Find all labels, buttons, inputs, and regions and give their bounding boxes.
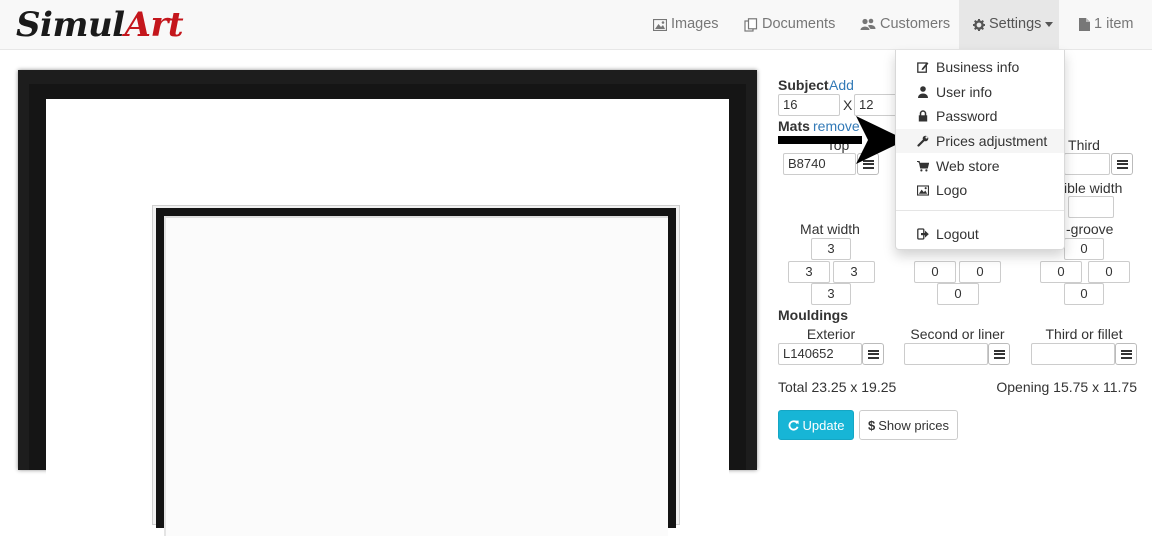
visible-width-label: ible width (1064, 180, 1123, 196)
nav-documents[interactable]: Documents (744, 0, 835, 49)
moulding-second-list-button[interactable] (988, 343, 1010, 365)
nav-customers[interactable]: Customers (860, 0, 950, 49)
nav-settings[interactable]: Settings (959, 0, 1059, 49)
lock-icon (917, 110, 929, 122)
mat-third-label: Third (1068, 137, 1100, 153)
list-icon (1120, 349, 1132, 359)
third-left-input[interactable]: 0 (1040, 261, 1082, 283)
annotation-arrow-icon (778, 116, 906, 164)
nav-settings-label: Settings (989, 16, 1042, 32)
moulding-third-label: Third or fillet (1045, 326, 1123, 342)
menu-divider (896, 210, 1064, 211)
list-icon (993, 349, 1005, 359)
edit-icon (917, 61, 929, 73)
subject-add-link[interactable]: Add (829, 77, 854, 93)
subject-label: Subject (778, 77, 829, 93)
mat-third-list-button[interactable] (1111, 153, 1133, 175)
documents-icon (744, 17, 758, 32)
third-bottom-input[interactable]: 0 (1064, 283, 1104, 305)
dollar-icon: $ (867, 417, 876, 433)
menu-item-logo-label: Logo (936, 182, 968, 198)
vgroove-label: -groove (1066, 221, 1114, 237)
update-button-label: Update (802, 417, 845, 433)
subject-height-input[interactable]: 12 (854, 94, 898, 116)
second-left-input[interactable]: 0 (914, 261, 956, 283)
users-icon (860, 18, 876, 31)
subject-x-separator: X (843, 97, 853, 113)
file-icon (1079, 18, 1090, 31)
picture-icon (653, 18, 667, 31)
mat-width-right-input[interactable]: 3 (833, 261, 875, 283)
settings-dropdown-menu: Business info User info Password Prices … (895, 50, 1065, 250)
visible-width-input[interactable] (1068, 196, 1114, 218)
mat-width-bottom-input[interactable]: 3 (811, 283, 851, 305)
wrench-icon (917, 135, 929, 147)
nav-images-label: Images (671, 16, 719, 32)
menu-item-logout[interactable]: Logout (896, 222, 1064, 246)
third-right-input[interactable]: 0 (1088, 261, 1130, 283)
mat-width-left-input[interactable]: 3 (788, 261, 830, 283)
picture-icon (917, 184, 929, 196)
logout-icon (917, 228, 929, 240)
menu-item-business-info[interactable]: Business info (896, 55, 1064, 79)
moulding-second-label: Second or liner (910, 326, 1005, 342)
menu-item-web-store-label: Web store (936, 158, 1000, 174)
mat-third-code-input[interactable] (1064, 153, 1110, 175)
mat-width-top-input[interactable]: 3 (811, 238, 851, 260)
shopping-cart-icon (917, 160, 929, 172)
nav-cart[interactable]: 1 item (1079, 0, 1134, 49)
menu-item-user-info-label: User info (936, 84, 993, 100)
menu-item-prices-adjustment[interactable]: Prices adjustment (896, 129, 1064, 153)
subject-width-input[interactable]: 16 (778, 94, 840, 116)
list-icon (867, 349, 879, 359)
frame-preview (18, 70, 757, 536)
second-bottom-input[interactable]: 0 (937, 283, 979, 305)
moulding-third-list-button[interactable] (1115, 343, 1137, 365)
menu-item-logout-label: Logout (936, 226, 979, 242)
third-top-input[interactable]: 0 (1064, 238, 1104, 260)
menu-item-web-store[interactable]: Web store (896, 154, 1064, 178)
moulding-third-input[interactable] (1031, 343, 1115, 365)
moulding-exterior-label: Exterior (806, 326, 856, 342)
brand-logo-part1: Simul (16, 5, 125, 45)
nav-documents-label: Documents (762, 16, 836, 32)
update-button[interactable]: Update (778, 410, 854, 440)
menu-item-user-info[interactable]: User info (896, 80, 1064, 104)
moulding-exterior-input[interactable]: L140652 (778, 343, 862, 365)
nav-cart-label: 1 item (1094, 16, 1134, 32)
top-mat (46, 99, 729, 536)
show-prices-button-label: Show prices (878, 417, 950, 433)
menu-item-password[interactable]: Password (896, 104, 1064, 128)
navbar: SimulArt Images Documents Customers Sett… (0, 0, 1152, 50)
opening-size-text: Opening 15.75 x 11.75 (996, 379, 1137, 395)
second-right-input[interactable]: 0 (959, 261, 1001, 283)
menu-item-logo[interactable]: Logo (896, 178, 1064, 202)
nav-images[interactable]: Images (653, 0, 719, 49)
list-icon (1116, 159, 1128, 169)
artwork-image (164, 216, 668, 536)
menu-item-prices-adjustment-label: Prices adjustment (936, 133, 1048, 149)
moulding-second-input[interactable] (904, 343, 988, 365)
menu-item-business-info-label: Business info (936, 59, 1020, 75)
show-prices-button[interactable]: $ Show prices (859, 410, 958, 440)
brand-logo-part2: Art (124, 5, 184, 45)
gear-icon (973, 18, 985, 31)
user-icon (917, 86, 929, 98)
total-size-text: Total 23.25 x 19.25 (778, 379, 897, 395)
nav-customers-label: Customers (880, 16, 951, 32)
brand-logo[interactable]: SimulArt (16, 5, 184, 45)
moulding-exterior-list-button[interactable] (862, 343, 884, 365)
mouldings-label: Mouldings (778, 307, 848, 323)
caret-down-icon (1045, 22, 1054, 27)
mat-width-label: Mat width (800, 221, 860, 237)
refresh-icon (788, 419, 799, 431)
menu-item-password-label: Password (936, 108, 998, 124)
